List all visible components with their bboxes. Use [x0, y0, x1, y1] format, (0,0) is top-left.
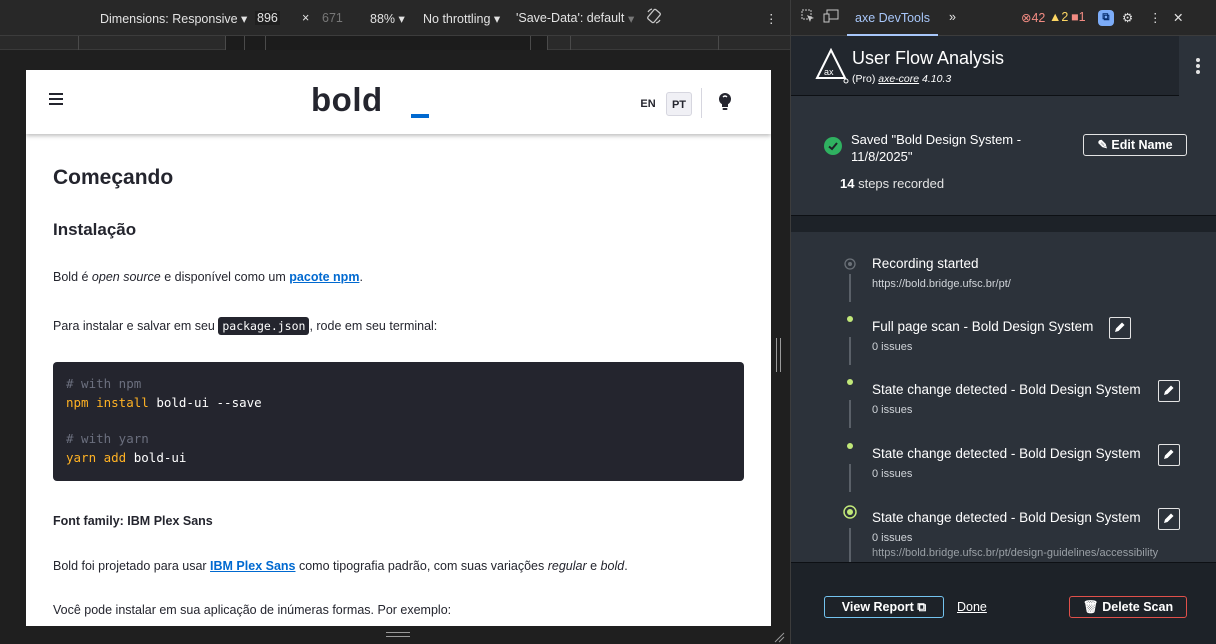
timeline-line — [849, 400, 851, 428]
inspect-element-icon[interactable] — [801, 9, 815, 26]
code-block: # with npm npm install bold-ui --save # … — [53, 362, 744, 481]
view-report-button[interactable]: View Report ⧉ — [824, 596, 944, 618]
step-url: https://bold.bridge.ufsc.br/pt/design-gu… — [872, 547, 1159, 559]
edit-name-button[interactable]: ✎ Edit Name — [1083, 134, 1187, 156]
more-tabs-button[interactable]: » — [949, 10, 956, 24]
step-dot-icon — [847, 443, 853, 449]
width-input[interactable]: 896 — [255, 11, 280, 25]
issue-count[interactable]: ■1 — [1071, 10, 1086, 24]
section-heading-installation: Instalação — [53, 220, 137, 239]
timeline-line — [849, 528, 851, 562]
code-comment: # with yarn — [66, 431, 149, 446]
section-heading-font: Font family: IBM Plex Sans — [53, 514, 213, 528]
step-url: https://bold.bridge.ufsc.br/pt/ — [872, 278, 1011, 290]
paragraph-install: Para instalar e salvar em seu package.js… — [53, 317, 438, 335]
axe-menu-button[interactable] — [1179, 36, 1216, 96]
warning-count[interactable]: ▲2 — [1049, 10, 1068, 24]
saved-flow-card: Saved "Bold Design System - 11/8/2025" 1… — [791, 96, 1216, 216]
save-data-select[interactable]: 'Save-Data': default — [516, 11, 624, 25]
device-emulation-pane: Dimensions: Responsive ▾ 896 × 671 88% ▾… — [0, 0, 790, 644]
axe-logo-icon: ax — [815, 47, 849, 89]
rotate-icon[interactable] — [645, 7, 663, 28]
edit-step-pencil-icon[interactable] — [1158, 444, 1180, 466]
code-line: yarn add bold-ui — [66, 450, 187, 465]
step-name: Recording started — [872, 256, 979, 271]
selected-step-icon — [843, 505, 857, 524]
step-dot-icon — [847, 379, 853, 385]
devtools-pane: axe DevTools » ⊗42 ▲2 ■1 ⧉ ⚙ ⋮ ✕ ax User… — [790, 0, 1216, 644]
timeline-line — [849, 274, 851, 302]
timeline-line — [849, 464, 851, 492]
lang-pt-button[interactable]: PT — [666, 92, 692, 116]
viewport-resize-handle-right[interactable] — [776, 338, 782, 372]
axe-title: User Flow Analysis — [852, 48, 1005, 68]
paragraph-font: Bold foi projetado para usar IBM Plex Sa… — [53, 559, 628, 573]
kebab-menu-icon — [1196, 58, 1200, 74]
media-query-bar[interactable] — [0, 36, 790, 50]
logo-underscore — [411, 114, 429, 118]
edit-step-pencil-icon[interactable] — [1158, 380, 1180, 402]
viewport-resize-handle-bottom[interactable] — [386, 632, 410, 638]
devtools-close-icon[interactable]: ✕ — [1173, 10, 1183, 25]
throttling-select[interactable]: No throttling ▾ — [423, 11, 500, 26]
header-divider — [701, 88, 702, 118]
paragraph-intro: Bold é open source e disponível como um … — [53, 270, 363, 284]
svg-text:ax: ax — [824, 67, 834, 77]
step-issues: 0 issues — [872, 532, 913, 544]
step-issues: 0 issues — [872, 341, 913, 353]
page-title: Começando — [53, 166, 174, 189]
device-toggle-icon[interactable] — [823, 9, 839, 26]
height-input[interactable]: 671 — [322, 11, 343, 25]
axe-core-link[interactable]: axe-core — [878, 73, 919, 85]
step-dot-icon — [847, 316, 853, 322]
emulation-more-button[interactable]: ⋮ — [765, 11, 778, 26]
axe-header: ax User Flow Analysis (Pro) axe-core 4.1… — [791, 36, 1216, 96]
axe-subtitle: (Pro) axe-core 4.10.3 — [852, 73, 952, 85]
bold-logo[interactable]: bold — [311, 81, 383, 119]
code-comment: # with npm — [66, 376, 142, 391]
timeline-line — [849, 337, 851, 365]
screen: Dimensions: Responsive ▾ 896 × 671 88% ▾… — [0, 0, 1216, 644]
error-count[interactable]: ⊗42 — [1021, 10, 1045, 25]
site-header: bold EN PT — [26, 70, 771, 134]
devtools-menu-button[interactable]: ⋮ — [1149, 10, 1162, 25]
ibm-plex-sans-link[interactable]: IBM Plex Sans — [210, 559, 295, 573]
step-name: State change detected - Bold Design Syst… — [872, 510, 1141, 525]
code-line: npm install bold-ui --save — [66, 395, 262, 410]
recording-started-icon — [844, 257, 856, 275]
extension-badge-icon[interactable]: ⧉ — [1098, 9, 1114, 26]
axe-footer: View Report ⧉ Done 🗑 Delete Scan — [791, 562, 1216, 644]
npm-package-link[interactable]: pacote npm — [289, 270, 359, 284]
paragraph-install-options: Você pode instalar em sua aplicação de i… — [53, 603, 452, 617]
done-link[interactable]: Done — [957, 600, 987, 614]
inline-code: package.json — [218, 317, 310, 335]
devtools-tabbar: axe DevTools » ⊗42 ▲2 ■1 ⧉ ⚙ ⋮ ✕ — [791, 0, 1216, 36]
edit-step-pencil-icon[interactable] — [1158, 508, 1180, 530]
edit-step-pencil-icon[interactable] — [1109, 317, 1131, 339]
flow-steps-list: Recording started https://bold.bridge.uf… — [791, 232, 1216, 562]
step-name: State change detected - Bold Design Syst… — [872, 446, 1141, 461]
lang-en-button[interactable]: EN — [636, 92, 660, 116]
lightbulb-icon[interactable] — [717, 92, 733, 112]
resize-corner-icon[interactable] — [773, 630, 785, 644]
settings-gear-icon[interactable]: ⚙ — [1122, 10, 1133, 25]
page-viewport: bold EN PT Começando Instalação Bold é o… — [26, 70, 771, 626]
step-issues: 0 issues — [872, 404, 913, 416]
times-label: × — [302, 11, 310, 25]
tab-axe-devtools[interactable]: axe DevTools — [847, 0, 939, 36]
zoom-select[interactable]: 88% ▾ — [370, 11, 405, 26]
step-issues: 0 issues — [872, 468, 913, 480]
saved-flow-title: Saved "Bold Design System - 11/8/2025" — [851, 132, 1022, 164]
device-toolbar: Dimensions: Responsive ▾ 896 × 671 88% ▾… — [0, 0, 790, 36]
step-name: State change detected - Bold Design Syst… — [872, 382, 1141, 397]
check-circle-icon — [824, 137, 842, 160]
step-name: Full page scan - Bold Design System — [872, 319, 1094, 334]
hamburger-menu-icon[interactable] — [49, 93, 63, 105]
dimensions-select[interactable]: Dimensions: Responsive ▾ — [100, 11, 247, 26]
steps-recorded: 14 steps recorded — [840, 176, 945, 191]
delete-scan-button[interactable]: 🗑 Delete Scan — [1069, 596, 1187, 618]
save-data-arrow: ▾ — [628, 12, 635, 26]
